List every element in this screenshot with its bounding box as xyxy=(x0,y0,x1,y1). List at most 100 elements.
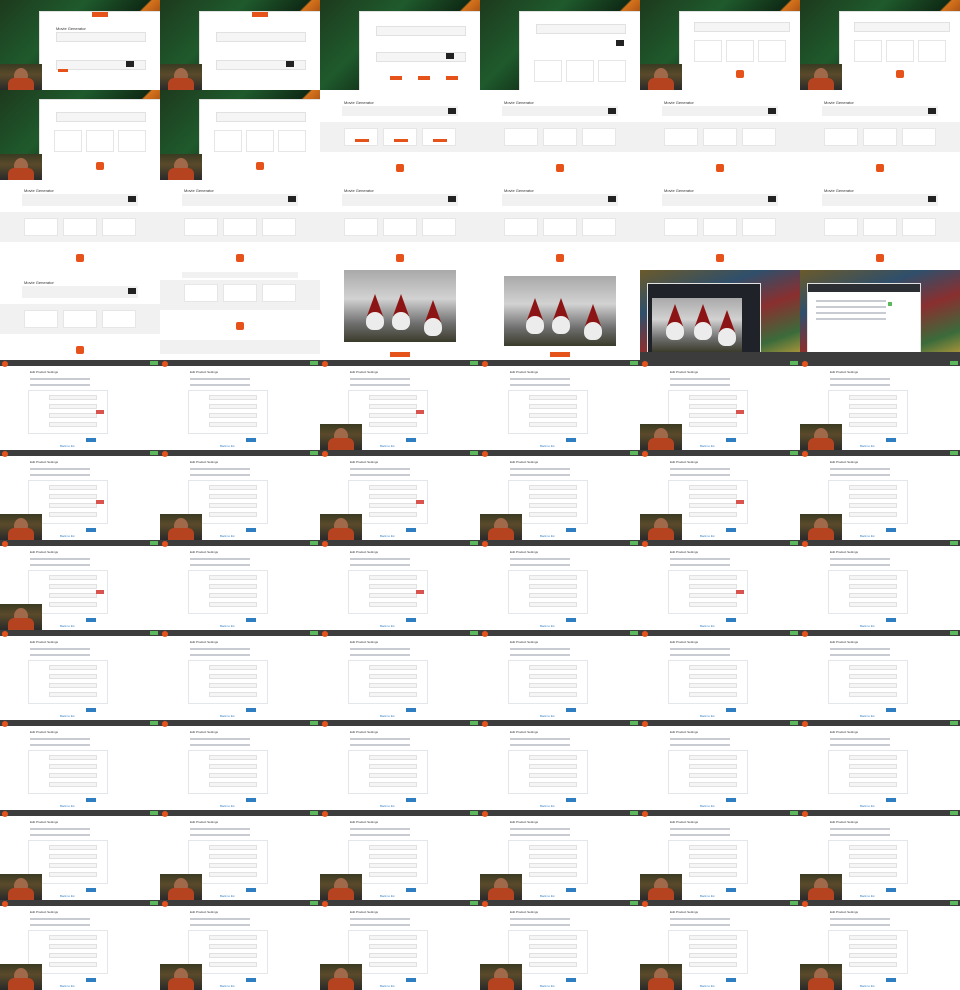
app-icon[interactable] xyxy=(482,721,488,727)
upload-button[interactable] xyxy=(58,69,68,72)
form-field[interactable] xyxy=(529,395,577,400)
form-field[interactable] xyxy=(529,674,577,679)
form-field[interactable] xyxy=(529,872,577,877)
save-button[interactable] xyxy=(246,618,256,622)
back-link[interactable]: Back to list xyxy=(380,714,395,718)
form-field[interactable] xyxy=(369,665,417,670)
app-icon[interactable] xyxy=(642,451,648,457)
form-field[interactable] xyxy=(849,863,897,868)
back-link[interactable]: Back to list xyxy=(540,444,555,448)
form-field[interactable] xyxy=(689,494,737,499)
form-field[interactable] xyxy=(849,755,897,760)
form-field[interactable] xyxy=(209,692,257,697)
app-icon[interactable] xyxy=(162,451,168,457)
app-icon[interactable] xyxy=(2,541,8,547)
form-field[interactable] xyxy=(49,872,97,877)
app-icon[interactable] xyxy=(802,361,808,367)
back-link[interactable]: Back to list xyxy=(220,624,235,628)
form-field[interactable] xyxy=(209,413,257,418)
form-field[interactable] xyxy=(209,683,257,688)
save-button[interactable] xyxy=(726,888,736,892)
back-link[interactable]: Back to list xyxy=(380,984,395,988)
form-field[interactable] xyxy=(49,395,97,400)
save-button[interactable] xyxy=(86,708,96,712)
form-field[interactable] xyxy=(49,764,97,769)
url-field[interactable] xyxy=(536,24,626,34)
card-button[interactable] xyxy=(390,76,402,80)
form-field[interactable] xyxy=(529,683,577,688)
url-field[interactable] xyxy=(182,272,298,278)
form-field[interactable] xyxy=(529,845,577,850)
back-link[interactable]: Back to list xyxy=(860,444,875,448)
save-button[interactable] xyxy=(86,528,96,532)
form-field[interactable] xyxy=(529,485,577,490)
form-field[interactable] xyxy=(849,692,897,697)
back-link[interactable]: Back to list xyxy=(60,894,75,898)
form-field[interactable] xyxy=(49,953,97,958)
app-icon[interactable] xyxy=(2,721,8,727)
url-field[interactable] xyxy=(662,106,778,116)
card-button[interactable] xyxy=(418,76,430,80)
form-field[interactable] xyxy=(49,512,97,517)
back-link[interactable]: Back to list xyxy=(380,624,395,628)
form-field[interactable] xyxy=(369,953,417,958)
app-icon[interactable] xyxy=(642,541,648,547)
save-button[interactable] xyxy=(406,528,416,532)
card-button[interactable] xyxy=(446,76,458,80)
app-icon[interactable] xyxy=(162,361,168,367)
save-button[interactable] xyxy=(886,438,896,442)
save-button[interactable] xyxy=(246,708,256,712)
form-field[interactable] xyxy=(209,944,257,949)
form-field[interactable] xyxy=(209,755,257,760)
back-link[interactable]: Back to list xyxy=(60,804,75,808)
form-field[interactable] xyxy=(209,665,257,670)
upload-field[interactable] xyxy=(376,26,466,36)
url-field[interactable] xyxy=(822,194,938,206)
back-link[interactable]: Back to list xyxy=(220,984,235,988)
form-field[interactable] xyxy=(529,593,577,598)
form-field[interactable] xyxy=(849,665,897,670)
form-field[interactable] xyxy=(49,692,97,697)
form-field[interactable] xyxy=(529,692,577,697)
url-field[interactable] xyxy=(502,106,618,116)
url-field[interactable] xyxy=(22,194,138,206)
form-field[interactable] xyxy=(689,512,737,517)
save-button[interactable] xyxy=(726,978,736,982)
form-field[interactable] xyxy=(529,944,577,949)
delete-button[interactable] xyxy=(736,410,744,414)
form-field[interactable] xyxy=(209,395,257,400)
back-link[interactable]: Back to list xyxy=(60,444,75,448)
form-field[interactable] xyxy=(689,575,737,580)
form-field[interactable] xyxy=(209,953,257,958)
form-field[interactable] xyxy=(49,962,97,967)
form-field[interactable] xyxy=(369,674,417,679)
form-field[interactable] xyxy=(529,503,577,508)
app-icon[interactable] xyxy=(642,811,648,817)
form-field[interactable] xyxy=(689,872,737,877)
back-link[interactable]: Back to list xyxy=(60,534,75,538)
save-button[interactable] xyxy=(566,798,576,802)
form-field[interactable] xyxy=(849,512,897,517)
delete-button[interactable] xyxy=(736,500,744,504)
back-link[interactable]: Back to list xyxy=(700,714,715,718)
form-field[interactable] xyxy=(849,872,897,877)
form-field[interactable] xyxy=(689,764,737,769)
save-button[interactable] xyxy=(246,888,256,892)
app-icon[interactable] xyxy=(642,901,648,907)
form-field[interactable] xyxy=(689,935,737,940)
form-field[interactable] xyxy=(49,503,97,508)
save-button[interactable] xyxy=(566,888,576,892)
form-field[interactable] xyxy=(529,854,577,859)
upload-field[interactable] xyxy=(216,32,306,42)
form-field[interactable] xyxy=(49,584,97,589)
form-field[interactable] xyxy=(209,764,257,769)
form-field[interactable] xyxy=(529,665,577,670)
orange-button[interactable] xyxy=(92,12,108,17)
form-field[interactable] xyxy=(689,782,737,787)
back-link[interactable]: Back to list xyxy=(380,804,395,808)
app-icon[interactable] xyxy=(642,721,648,727)
delete-button[interactable] xyxy=(416,410,424,414)
app-icon[interactable] xyxy=(162,811,168,817)
back-link[interactable]: Back to list xyxy=(700,624,715,628)
app-icon[interactable] xyxy=(2,451,8,457)
